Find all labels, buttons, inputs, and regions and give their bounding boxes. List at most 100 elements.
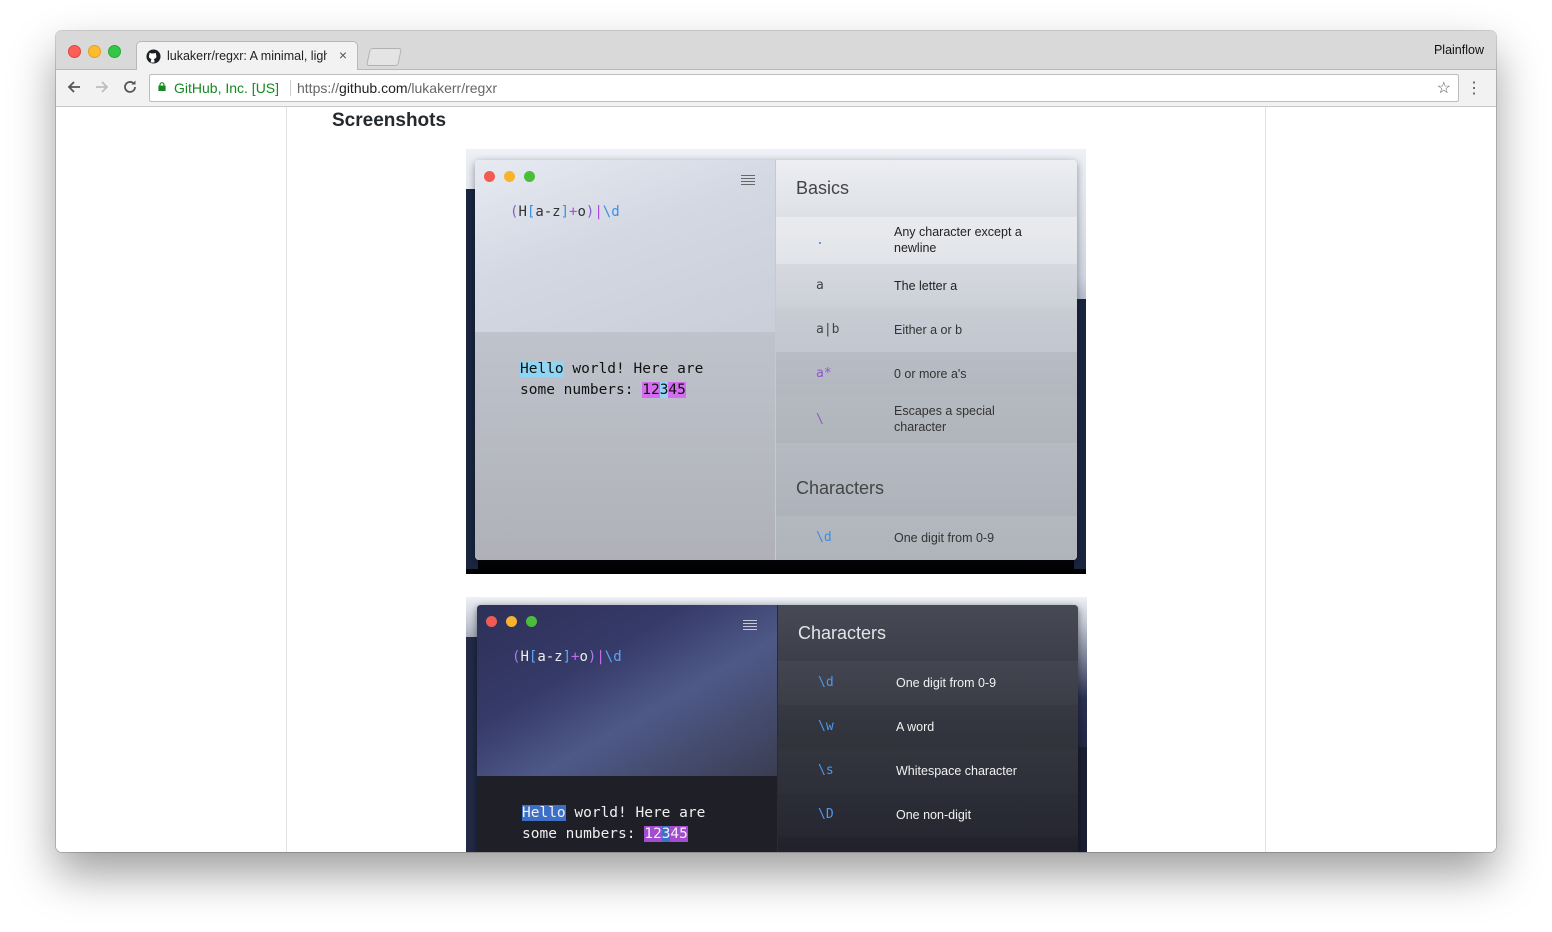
new-tab-button[interactable] xyxy=(366,48,402,66)
ref-row[interactable]: \s Whitespace character xyxy=(778,749,1078,793)
regex-input[interactable]: (H[a-z]+o)|\d xyxy=(510,204,620,220)
ref-desc: One non-digit xyxy=(896,808,972,822)
left-gutter-line xyxy=(286,107,287,852)
regex-alternation: | xyxy=(594,204,603,220)
ref-desc: 0 or more a's xyxy=(894,367,967,381)
ref-desc: One digit from 0-9 xyxy=(896,676,997,690)
match-hello: Hello xyxy=(520,361,564,377)
test-string-panel[interactable]: Hello world! Here are some numbers: 1234… xyxy=(477,776,777,852)
regex-alternation: | xyxy=(596,649,605,665)
test-line2: some numbers: xyxy=(520,382,643,398)
ref-token: a* xyxy=(816,366,832,381)
test-line1: world! Here are xyxy=(565,805,706,821)
ref-desc: The letter a xyxy=(894,279,958,293)
ref-desc: Either a or b xyxy=(894,323,963,337)
url-scheme: https:// xyxy=(297,80,340,96)
browser-window: lukakerr/regxr: A minimal, light × Plain… xyxy=(56,31,1496,852)
match-digits-1: 12 xyxy=(644,826,662,842)
regex-literal-o: o xyxy=(577,204,586,220)
back-arrow-icon[interactable] xyxy=(66,79,82,95)
ref-row[interactable]: . Any character except a newline xyxy=(776,217,1077,264)
ref-token: \d xyxy=(816,530,832,545)
ref-desc: Escapes a special character xyxy=(894,404,995,434)
app-zoom-dot[interactable] xyxy=(524,171,535,182)
ref-row[interactable]: a|b Either a or b xyxy=(776,308,1077,352)
browser-menu-icon[interactable]: ⋮ xyxy=(1466,78,1482,98)
ref-token: \d xyxy=(818,675,834,690)
lock-icon xyxy=(158,82,166,91)
ref-token: \D xyxy=(818,807,834,822)
url-path: /lukakerr/regxr xyxy=(407,80,497,96)
address-divider xyxy=(290,80,291,96)
tab-close-icon[interactable]: × xyxy=(339,47,347,63)
regex-input[interactable]: (H[a-z]+o)|\d xyxy=(512,649,622,665)
regxr-window-dark: (H[a-z]+o)|\d Hello world! Here are some… xyxy=(477,605,1078,852)
match-digits-1: 12 xyxy=(642,382,660,398)
ev-certificate-label[interactable]: GitHub, Inc. [US] xyxy=(174,80,279,96)
minimize-window-button[interactable] xyxy=(88,45,101,58)
ref-desc: A word xyxy=(896,720,935,734)
ref-desc: One digit from 0-9 xyxy=(894,531,995,545)
regex-class-range: a-z xyxy=(537,649,563,665)
ref-token: a xyxy=(816,278,824,293)
screenshots-heading: Screenshots xyxy=(332,110,447,131)
regex-class-close: ] xyxy=(562,649,572,665)
ref-desc: Any character except a newline xyxy=(894,225,1022,255)
url-host: github.com xyxy=(339,80,408,96)
ref-row[interactable]: \d One digit from 0-9 xyxy=(778,661,1078,705)
address-bar[interactable]: GitHub, Inc. [US] https://github.com/luk… xyxy=(149,74,1459,102)
test-string-text[interactable]: Hello world! Here are some numbers: 1234… xyxy=(522,803,705,845)
app-close-dot[interactable] xyxy=(486,616,497,627)
reference-sidebar: Characters \d One digit from 0-9 \w A wo… xyxy=(777,605,1078,852)
ref-row[interactable]: \w A word xyxy=(778,705,1078,749)
tab-strip: lukakerr/regxr: A minimal, light × Plain… xyxy=(56,31,1496,71)
ref-row[interactable]: a* 0 or more a's xyxy=(776,352,1077,396)
ref-desc: Whitespace character xyxy=(896,764,1017,778)
regex-editor[interactable]: (H[a-z]+o)|\d xyxy=(475,160,775,332)
regex-class-range: a-z xyxy=(535,204,561,220)
regex-literal-o: o xyxy=(579,649,588,665)
right-gutter-line xyxy=(1265,107,1266,852)
section-characters-title: Characters xyxy=(796,478,885,498)
ref-row[interactable]: \ Escapes a special character xyxy=(776,396,1077,443)
match-digits-3: 45 xyxy=(668,382,686,398)
close-window-button[interactable] xyxy=(68,45,81,58)
app-close-dot[interactable] xyxy=(484,171,495,182)
url-text[interactable]: https://github.com/lukakerr/regxr xyxy=(297,80,497,96)
bookmark-star-icon[interactable]: ☆ xyxy=(1437,78,1451,98)
regex-literal-h: H xyxy=(518,204,527,220)
profile-name[interactable]: Plainflow xyxy=(1434,43,1484,57)
ref-token: \ xyxy=(816,412,824,427)
test-line2: some numbers: xyxy=(522,826,645,842)
github-icon xyxy=(146,49,161,64)
ref-row[interactable]: \D One non-digit xyxy=(778,793,1078,837)
zoom-window-button[interactable] xyxy=(108,45,121,58)
ref-token: \w xyxy=(818,719,834,734)
ref-token: a|b xyxy=(816,322,840,337)
section-basics-title: Basics xyxy=(796,178,850,198)
browser-toolbar: GitHub, Inc. [US] https://github.com/luk… xyxy=(56,70,1496,107)
screenshot-dark: (H[a-z]+o)|\d Hello world! Here are some… xyxy=(466,597,1087,852)
page-content: Screenshots (H[a-z]+o)|\d Hello world! H… xyxy=(56,107,1496,852)
test-line1: world! Here are xyxy=(563,361,704,377)
regex-editor[interactable]: (H[a-z]+o)|\d xyxy=(477,605,777,776)
app-zoom-dot[interactable] xyxy=(526,616,537,627)
ref-token: \s xyxy=(818,763,834,778)
regex-digit: \d xyxy=(602,204,620,220)
app-minimize-dot[interactable] xyxy=(504,171,515,182)
section-characters-title: Characters xyxy=(798,623,887,643)
match-digits-3: 45 xyxy=(670,826,688,842)
tab-title: lukakerr/regxr: A minimal, light xyxy=(167,49,327,63)
test-string-text[interactable]: Hello world! Here are some numbers: 1234… xyxy=(520,359,703,401)
app-minimize-dot[interactable] xyxy=(506,616,517,627)
ref-row[interactable]: a The letter a xyxy=(776,264,1077,308)
ref-row[interactable]: \d One digit from 0-9 xyxy=(776,516,1077,560)
regex-class-close: ] xyxy=(560,204,570,220)
reload-icon[interactable] xyxy=(122,79,138,95)
active-tab[interactable]: lukakerr/regxr: A minimal, light × xyxy=(136,41,358,71)
test-string-panel[interactable]: Hello world! Here are some numbers: 1234… xyxy=(475,332,775,560)
forward-arrow-icon[interactable] xyxy=(94,79,110,95)
regxr-window-light: (H[a-z]+o)|\d Hello world! Here are some… xyxy=(475,160,1077,560)
match-hello: Hello xyxy=(522,805,566,821)
ref-token: . xyxy=(816,233,824,248)
